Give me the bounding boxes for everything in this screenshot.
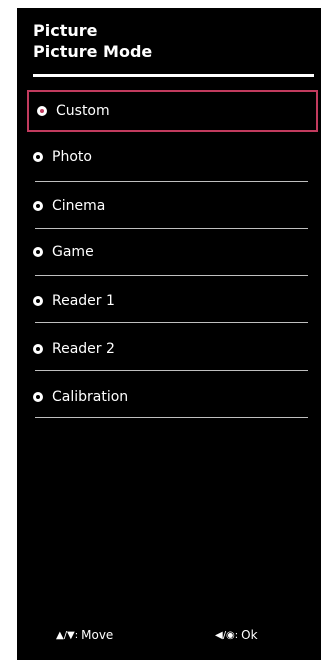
ok-hint-label: Ok: [241, 628, 258, 642]
menu-divider: [35, 322, 308, 323]
menu-item-photo[interactable]: Photo: [33, 137, 317, 177]
up-down-arrow-icon: ▲/▼:: [56, 629, 79, 641]
radio-icon: [33, 247, 43, 257]
radio-icon: [33, 344, 43, 354]
radio-selected-icon: [37, 106, 47, 116]
menu-divider: [35, 228, 308, 229]
menu-item-game[interactable]: Game: [33, 232, 317, 272]
menu-item-cinema[interactable]: Cinema: [33, 186, 317, 226]
menu-item-reader-1[interactable]: Reader 1: [33, 281, 317, 321]
menu-divider: [35, 417, 308, 418]
radio-icon: [33, 201, 43, 211]
menu-item-custom[interactable]: Custom: [27, 90, 318, 132]
ok-hint: ◀/◉: Ok: [215, 628, 258, 642]
menu-item-label: Cinema: [52, 198, 106, 214]
left-ok-button-icon: ◀/◉:: [215, 629, 239, 641]
radio-icon: [33, 392, 43, 402]
menu-title-line2: Picture Mode: [33, 42, 153, 61]
radio-icon: [33, 296, 43, 306]
menu-item-label: Reader 1: [52, 293, 115, 309]
menu-item-label: Photo: [52, 149, 92, 165]
menu-title-line1: Picture: [33, 21, 98, 40]
move-hint-label: Move: [81, 628, 114, 642]
menu-divider: [35, 181, 308, 182]
menu-item-label: Game: [52, 244, 94, 260]
radio-icon: [33, 152, 43, 162]
menu-item-calibration[interactable]: Calibration: [33, 377, 317, 417]
move-hint: ▲/▼: Move: [56, 628, 113, 642]
menu-item-label: Calibration: [52, 389, 129, 405]
title-divider: [33, 74, 314, 77]
menu-item-reader-2[interactable]: Reader 2: [33, 329, 317, 369]
picture-mode-panel: Picture Picture Mode Custom Photo Cinema…: [17, 8, 321, 660]
menu-item-label: Custom: [56, 103, 110, 119]
menu-divider: [35, 275, 308, 276]
menu-divider: [35, 370, 308, 371]
menu-title: Picture Picture Mode: [33, 20, 152, 62]
menu-item-label: Reader 2: [52, 341, 115, 357]
